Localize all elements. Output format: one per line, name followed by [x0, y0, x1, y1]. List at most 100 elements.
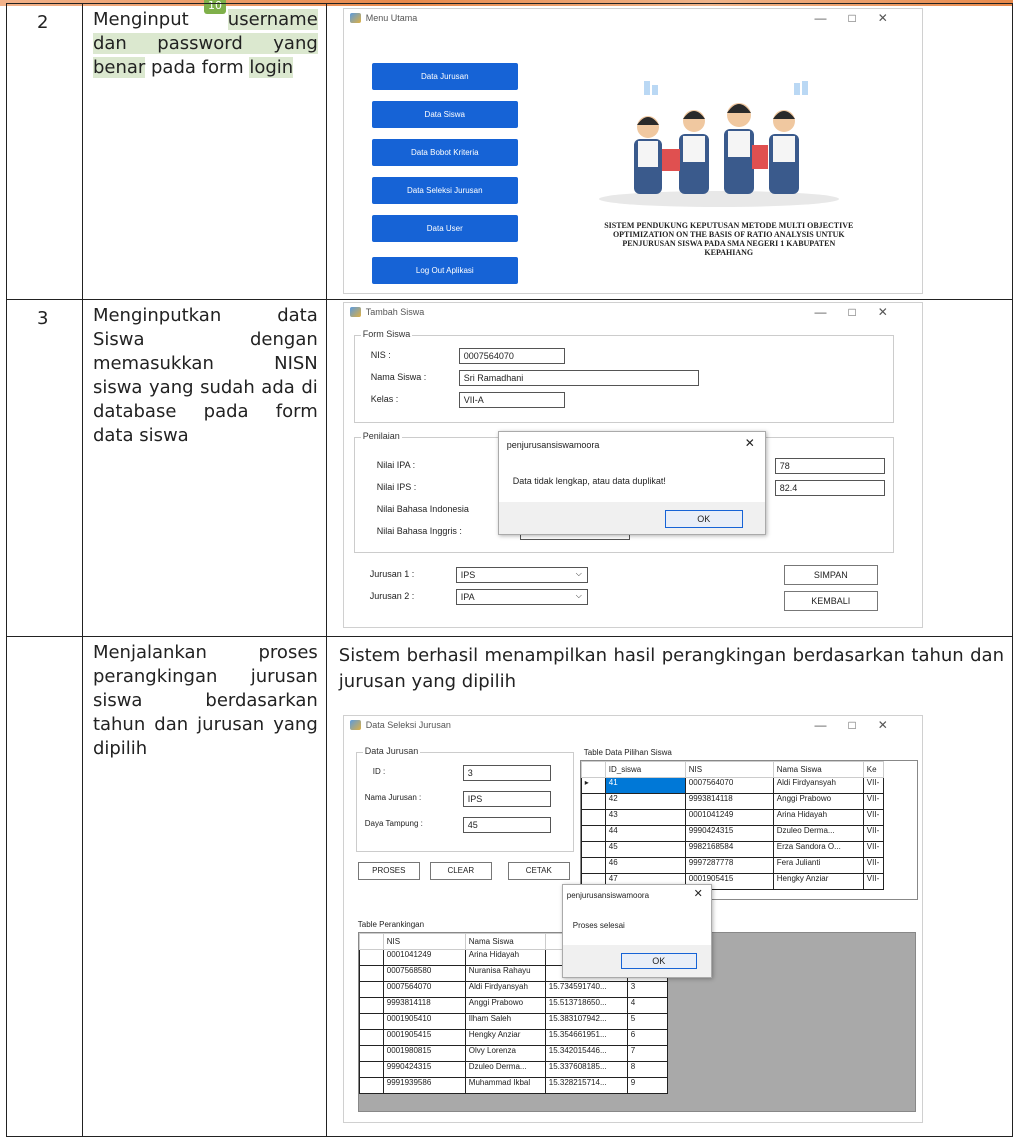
row-selector[interactable] — [358, 1013, 384, 1030]
table-cell: 9990424315 — [684, 825, 774, 842]
clear-button[interactable]: CLEAR — [429, 862, 492, 880]
row-selector[interactable] — [580, 825, 606, 842]
data-siswa-button[interactable]: Data Siswa — [371, 101, 518, 128]
data-bobot-kriteria-button[interactable]: Data Bobot Kriteria — [371, 139, 518, 166]
nilai-bindo-label: Nilai Bahasa Indonesia — [376, 504, 469, 514]
row-selector[interactable] — [358, 965, 384, 982]
table-cell: 15.342015446... — [544, 1045, 628, 1062]
row-selector[interactable] — [358, 949, 384, 966]
table-row[interactable]: 9991939586 Muhammad Ikbal 15.328215714... 9 — [358, 1077, 668, 1094]
table-row[interactable]: 0007564070 Aldi Firdyansyah 15.734591740..… — [358, 981, 668, 998]
chevron-down-icon[interactable]: ⌵ — [576, 569, 582, 579]
table-row[interactable]: 45 9982168584 Erza Sandora O... VII- — [580, 841, 884, 858]
window-controls[interactable]: —□✕ — [814, 718, 909, 732]
table-row[interactable]: 0001980815 Olvy Lorenza 15.342015446... 7 — [358, 1045, 668, 1062]
row-number: 3 — [6, 299, 83, 637]
window-controls[interactable]: —□✕ — [814, 11, 909, 25]
chevron-down-icon[interactable]: ⌵ — [576, 591, 582, 601]
table-cell: Arina Hidayah — [464, 949, 546, 966]
row-selector[interactable] — [358, 997, 384, 1014]
column-header[interactable]: Ke — [862, 761, 884, 778]
step-description: Menginputkan data Siswa dengan memasukka… — [81, 299, 327, 637]
students-illustration — [598, 81, 839, 207]
row-selector[interactable] — [358, 1077, 384, 1094]
nama-siswa-input[interactable]: Sri Ramadhani — [458, 370, 699, 386]
daya-tampung-input[interactable]: 45 — [462, 817, 551, 833]
column-header[interactable]: ID_siswa — [604, 761, 686, 778]
step-text: pada form — [145, 57, 250, 78]
data-seleksi-jurusan-button[interactable]: Data Seleksi Jurusan — [371, 177, 518, 204]
table-cell: VII- — [862, 777, 884, 794]
row-selector[interactable] — [580, 809, 606, 826]
table-row[interactable]: ▸ 41 0007564070 Aldi Firdyansyah VII- — [580, 777, 884, 794]
jurusan2-select[interactable]: IPA — [455, 589, 588, 605]
app-icon — [349, 720, 361, 730]
table-row[interactable]: 9993814118 Anggi Prabowo 15.513718650... 4 — [358, 997, 668, 1014]
table-row[interactable]: 46 9997287778 Fera Julianti VII- — [580, 857, 884, 874]
data-user-button[interactable]: Data User — [371, 215, 518, 242]
kelas-input[interactable]: VII-A — [458, 392, 565, 408]
row-selector[interactable] — [358, 1061, 384, 1078]
table-cell: VII- — [862, 793, 884, 810]
proses-button[interactable]: PROSES — [357, 862, 420, 880]
window-title: Tambah Siswa — [365, 307, 425, 317]
table-row[interactable]: 44 9990424315 Dzuleo Derma... VII- — [580, 825, 884, 842]
table-row[interactable]: 0001905415 Hengky Anziar 15.354661951... 6 — [358, 1029, 668, 1046]
row-selector[interactable]: ▸ — [580, 777, 606, 794]
table-cell: 15.337608185... — [544, 1061, 628, 1078]
column-header[interactable]: NIS — [382, 933, 466, 950]
row-selector[interactable] — [580, 857, 606, 874]
group-label: Penilaian — [360, 431, 402, 441]
table-row[interactable]: 9990424315 Dzuleo Derma... 15.337608185...… — [358, 1061, 668, 1078]
result-cell: Tambah Siswa —□✕ Form Siswa NIS : 0007564… — [325, 299, 1013, 637]
column-header[interactable]: Nama Siswa — [772, 761, 864, 778]
app-icon — [349, 13, 361, 23]
data-jurusan-button[interactable]: Data Jurusan — [371, 63, 518, 90]
log-out-button[interactable]: Log Out Aplikasi — [371, 257, 518, 284]
table-cell: Dzuleo Derma... — [772, 825, 864, 842]
row-number — [6, 636, 83, 1137]
table-cell: 15.734591740... — [544, 981, 628, 998]
window-title: Data Seleksi Jurusan — [365, 720, 451, 730]
jurusan1-select[interactable]: IPS — [455, 567, 588, 583]
table-cell: 42 — [604, 793, 686, 810]
simpan-button[interactable]: SIMPAN — [783, 565, 878, 585]
table-cell: Anggi Prabowo — [464, 997, 546, 1014]
row-selector[interactable] — [580, 841, 606, 858]
result-cell: Sistem berhasil menampilkan hasil perang… — [325, 636, 1013, 1137]
table-cell: Anggi Prabowo — [772, 793, 864, 810]
ok-button[interactable]: OK — [620, 953, 697, 969]
nama-jurusan-label: Nama Jurusan : — [364, 793, 422, 802]
row-selector[interactable] — [358, 981, 384, 998]
row-selector[interactable] — [580, 793, 606, 810]
kembali-button[interactable]: KEMBALI — [783, 591, 878, 611]
close-icon[interactable]: ✕ — [745, 436, 755, 450]
cetak-button[interactable]: CETAK — [507, 862, 570, 880]
column-header[interactable]: Nama Siswa — [464, 933, 546, 950]
row-selector[interactable] — [358, 1029, 384, 1046]
close-icon[interactable]: ✕ — [694, 887, 703, 900]
table-cell: Fera Julianti — [772, 857, 864, 874]
nilai-ipa-input[interactable]: 78 — [774, 458, 885, 474]
ok-button[interactable]: OK — [664, 510, 743, 528]
table-cell: 0007564070 — [684, 777, 774, 794]
column-header[interactable]: NIS — [684, 761, 774, 778]
pilihan-grid[interactable]: ID_siswa NIS Nama Siswa Ke ▸ 41 0007564070 Aldi… — [579, 760, 918, 900]
table-row[interactable]: 42 9993814118 Anggi Prabowo VII- — [580, 793, 884, 810]
menu-utama-window: Menu Utama —□✕ Data Jurusan Data Siswa Da… — [342, 8, 923, 294]
step-description: Menjalankan proses perangkingan jurusan … — [81, 636, 327, 1137]
window-controls[interactable]: —□✕ — [814, 305, 909, 319]
id-select[interactable]: 3 — [462, 765, 551, 781]
table-cell: Nuranisa Rahayu — [464, 965, 546, 982]
nis-input[interactable]: 0007564070 — [458, 348, 565, 364]
table-row[interactable]: 0001905410 Ilham Saleh 15.383107942... 5 — [358, 1013, 668, 1030]
step-text: Menginput — [92, 9, 228, 30]
nilai-ips-input[interactable]: 82.4 — [774, 480, 885, 496]
nama-jurusan-input[interactable]: IPS — [462, 791, 551, 807]
table-row[interactable]: 43 0001041249 Arina Hidayah VII- — [580, 809, 884, 826]
table-cell: 0007568580 — [382, 965, 466, 982]
dialog-message: Data tidak lengkap, atau data duplikat! — [512, 476, 666, 486]
daya-tampung-label: Daya Tampung : — [364, 819, 423, 828]
id-label: ID : — [372, 767, 386, 776]
row-selector[interactable] — [358, 1045, 384, 1062]
